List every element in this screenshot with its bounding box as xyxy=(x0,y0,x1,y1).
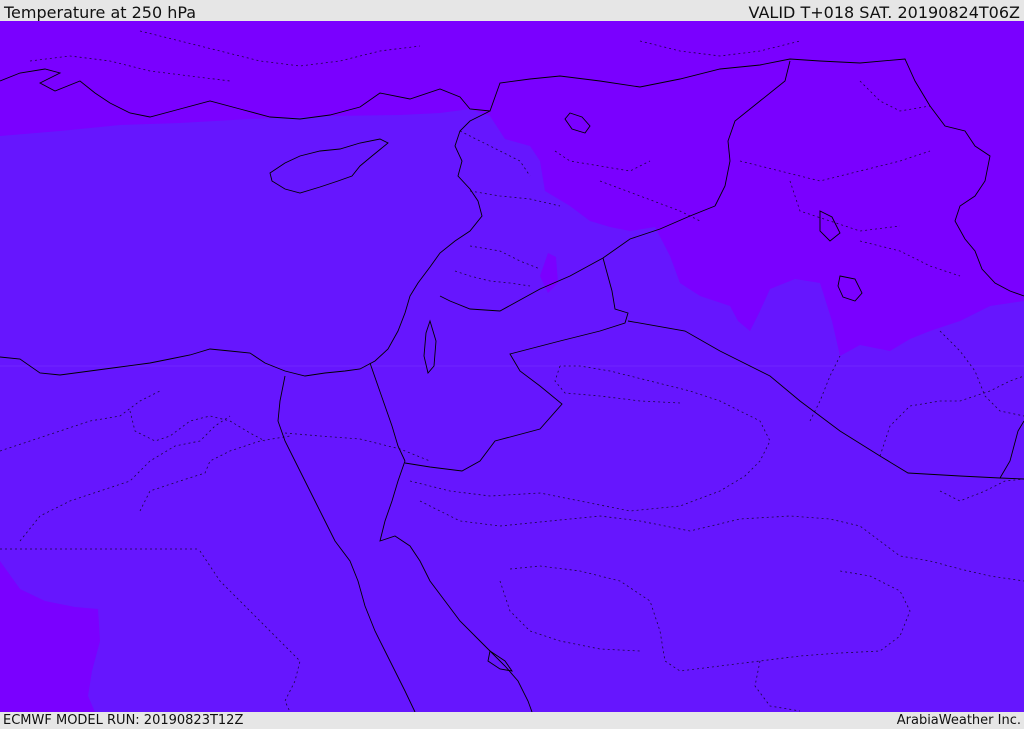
footer-bar: ECMWF MODEL RUN: 20190823T12Z ArabiaWeat… xyxy=(0,712,1024,729)
model-run-label: ECMWF MODEL RUN: 20190823T12Z xyxy=(3,713,244,728)
header-bar: Temperature at 250 hPa VALID T+018 SAT. … xyxy=(0,0,1024,22)
valid-time-label: VALID T+018 SAT. 20190824T06Z xyxy=(748,3,1020,22)
brand-label: ArabiaWeather Inc. xyxy=(896,713,1021,728)
map-title: Temperature at 250 hPa xyxy=(4,3,197,22)
map-canvas xyxy=(0,21,1024,712)
temperature-map[interactable] xyxy=(0,21,1024,712)
